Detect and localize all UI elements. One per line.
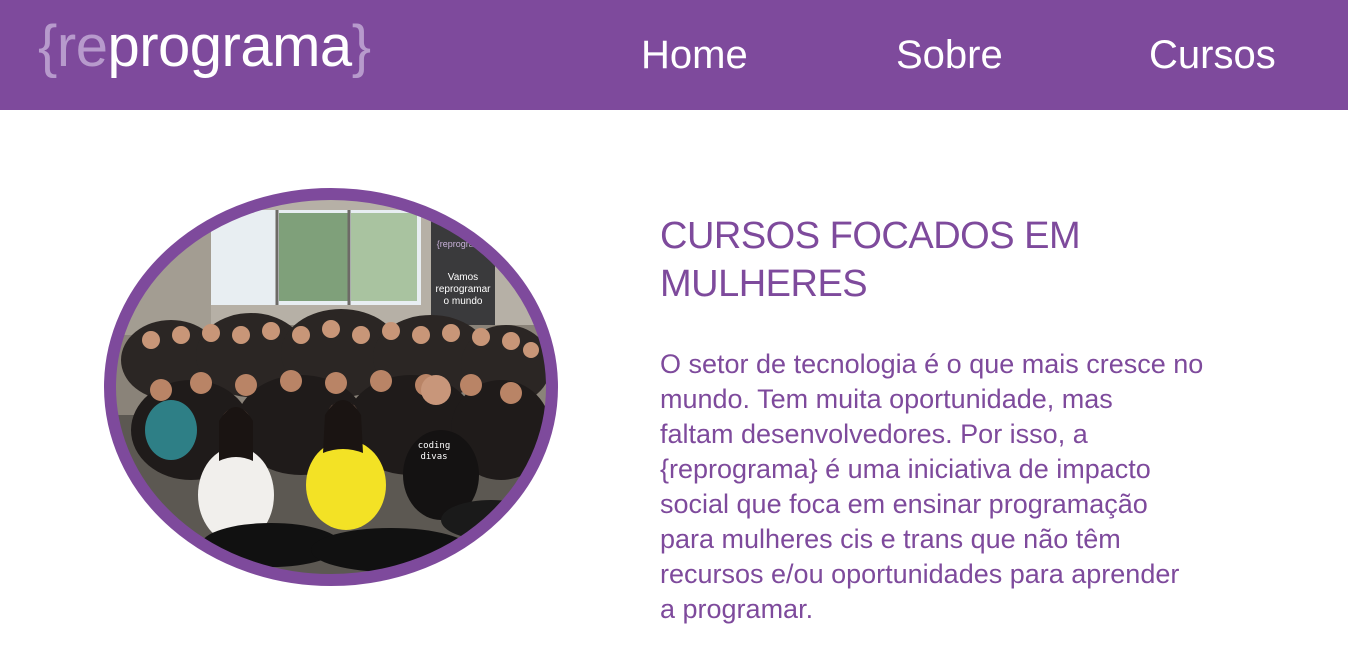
group-photo: {reprograma} Vamos reprogramar o mundo c… — [101, 185, 561, 589]
description-line-6: para mulheres cis e trans que não têm — [660, 524, 1121, 554]
description-line-7: recursos e/ou oportunidades para aprende… — [660, 559, 1180, 589]
description-line-2: mundo. Tem muita oportunidade, mas — [660, 384, 1113, 414]
logo-open-brace: { — [38, 14, 57, 79]
description-line-8: a programar. — [660, 594, 814, 624]
photo-shirt-line-1: coding — [418, 441, 451, 451]
nav-link-sobre[interactable]: Sobre — [896, 28, 1003, 82]
section-title-line-1: CURSOS FOCADOS EM — [660, 215, 1081, 257]
photo-banner-line-2: reprogramar — [435, 284, 491, 295]
section-title-line-2: MULHERES — [660, 263, 868, 305]
section-title: CURSOS FOCADOS EM MULHERES — [660, 212, 1220, 308]
reprograma-logo[interactable]: {reprograma} — [38, 12, 371, 82]
photo-banner-line-1: Vamos — [448, 272, 478, 283]
nav-link-cursos[interactable]: Cursos — [1149, 28, 1276, 82]
description-line-5: social que foca em ensinar programação — [660, 489, 1148, 519]
logo-re-text: re — [56, 14, 108, 79]
logo-close-brace: } — [351, 14, 371, 79]
logo-programa-text: programa — [107, 14, 352, 79]
top-navbar: {reprograma} Home Sobre Cursos — [0, 0, 1348, 110]
photo-banner-line-3: o mundo — [444, 296, 483, 307]
description-line-1: O setor de tecnologia é o que mais cresc… — [660, 349, 1204, 379]
section-description: O setor de tecnologia é o que mais cresc… — [660, 347, 1260, 627]
photo-shirt-line-2: divas — [420, 452, 447, 462]
description-line-4: {reprograma} é uma iniciativa de impacto — [660, 454, 1151, 484]
description-line-3: faltam desenvolvedores. Por isso, a — [660, 419, 1088, 449]
nav-link-home[interactable]: Home — [641, 28, 748, 82]
